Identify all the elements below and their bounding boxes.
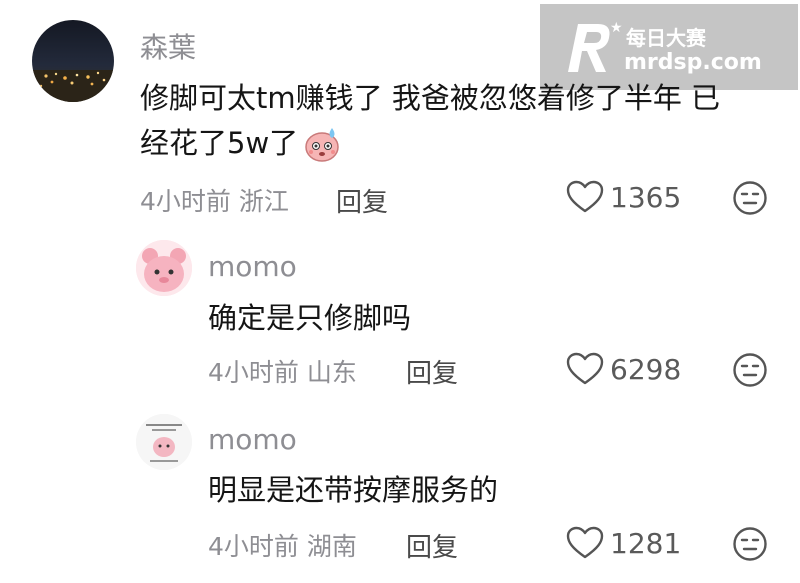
reply-button[interactable]: 回复: [406, 353, 458, 390]
night-city-avatar-icon: [32, 20, 114, 102]
svg-text:★: ★: [610, 20, 623, 36]
meme-sticker-avatar-icon: [136, 414, 192, 470]
comment-meta: 4小时前 山东: [208, 353, 357, 389]
comment-text: 确定是只修脚吗: [208, 301, 412, 335]
heart-icon: [566, 180, 604, 213]
reply-button[interactable]: 回复: [406, 527, 458, 564]
like-button[interactable]: 1365: [566, 180, 681, 214]
like-count: 1281: [610, 526, 682, 560]
comment-time: 4小时前: [140, 187, 231, 216]
comment-text: 明显是还带按摩服务的: [208, 473, 499, 507]
heart-icon: [566, 352, 604, 385]
comment-text-line: 经花了5w了: [140, 121, 780, 166]
heart-icon: [566, 526, 604, 559]
dislike-button[interactable]: [732, 526, 768, 566]
comment-text-line2: 经花了5w了: [140, 126, 299, 160]
comment-text-line: 修脚可太tm赚钱了 我爸被忽悠着修了半年 已: [140, 81, 721, 115]
comment-location: 浙江: [238, 187, 289, 216]
meh-face-icon: [733, 181, 767, 215]
like-button[interactable]: 6298: [566, 352, 681, 386]
avatar[interactable]: [136, 414, 192, 470]
like-count: 6298: [610, 352, 682, 386]
username[interactable]: 森葉: [140, 26, 196, 66]
username[interactable]: momo: [208, 423, 297, 456]
pink-character-avatar-icon: [136, 240, 192, 296]
comment-time: 4小时前: [208, 358, 299, 387]
meh-face-icon: [733, 527, 767, 561]
dislike-button[interactable]: [732, 352, 768, 392]
like-count: 1365: [610, 180, 682, 214]
dislike-button[interactable]: [732, 180, 768, 220]
comment-location: 山东: [306, 358, 357, 387]
avatar[interactable]: [136, 240, 192, 296]
avatar[interactable]: [32, 20, 114, 102]
comment-meta: 4小时前 湖南: [208, 527, 357, 563]
comment-meta: 4小时前 浙江: [140, 182, 289, 218]
comment-location: 湖南: [306, 532, 357, 561]
watermark-url: mrdsp.com: [624, 50, 762, 75]
r-logo-icon: ★: [568, 20, 623, 72]
reply-button[interactable]: 回复: [336, 182, 388, 219]
sweat-emoji-icon: [305, 127, 339, 162]
like-button[interactable]: 1281: [566, 526, 681, 560]
meh-face-icon: [733, 353, 767, 387]
username[interactable]: momo: [208, 250, 297, 283]
comment-text: 修脚可太tm赚钱了 我爸被忽悠着修了半年 已 经花了5w了: [140, 76, 780, 166]
watermark-brand: 每日大赛: [626, 26, 706, 50]
comment-time: 4小时前: [208, 532, 299, 561]
